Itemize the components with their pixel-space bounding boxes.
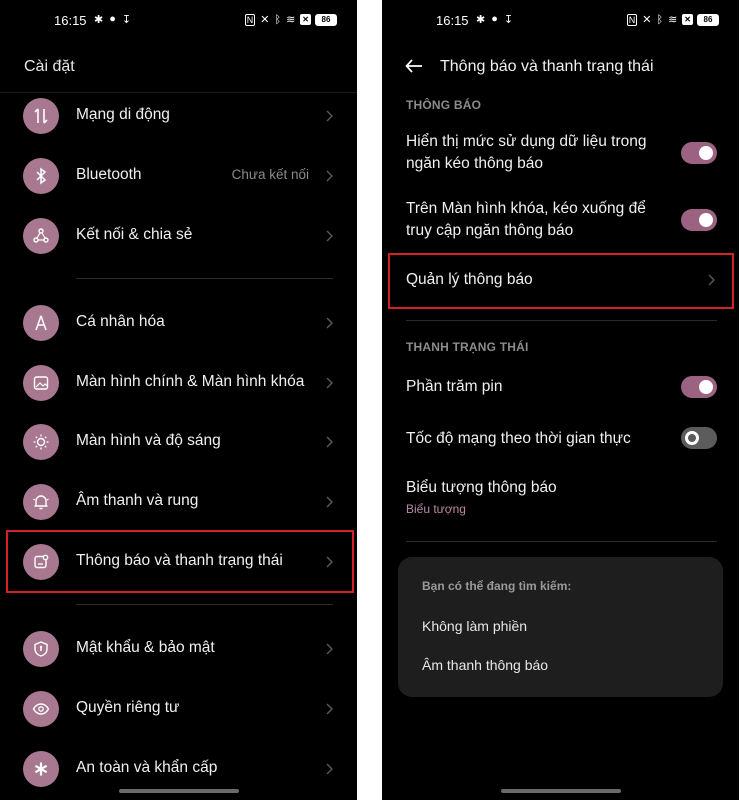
privacy-eye-icon <box>23 691 59 727</box>
setting-personalization[interactable]: Cá nhân hóa <box>0 293 357 353</box>
divider <box>406 541 717 542</box>
mute-icon: ✕ <box>260 14 270 26</box>
divider <box>406 320 717 321</box>
notifications-screen: 16:15 ✱ ● ↧ N ✕ ᛒ ≋ ✕ 86 Thông báo và th… <box>382 0 739 800</box>
setting-value: Chưa kết nối <box>231 167 309 182</box>
chevron-right-icon <box>326 496 333 508</box>
page-title: Cài đặt <box>24 58 75 75</box>
nfc-icon: N <box>626 13 638 26</box>
bluetooth-icon: ᛒ <box>274 13 282 26</box>
setting-label: Cá nhân hóa <box>76 313 165 330</box>
setting-label: Quyền riêng tư <box>76 699 180 716</box>
page-title: Thông báo và thanh trạng thái <box>440 58 654 75</box>
battery-icon: 86 <box>697 14 719 26</box>
section-header-notifications: THÔNG BÁO <box>406 98 482 112</box>
brightness-icon <box>23 424 59 460</box>
setting-label: Thông báo và thanh trạng thái <box>76 552 283 569</box>
setting-mobile-network[interactable]: Mạng di động <box>0 86 357 146</box>
chevron-right-icon <box>326 643 333 655</box>
sim-off-icon: ✕ <box>300 14 311 25</box>
bluetooth-icon <box>23 158 59 194</box>
battery-icon: 86 <box>315 14 337 26</box>
wifi-icon: ≋ <box>286 14 296 26</box>
suggestion-card: Bạn có thể đang tìm kiếm: Không làm phiề… <box>398 557 723 697</box>
chevron-right-icon <box>326 703 333 715</box>
download-icon: ↧ <box>121 14 132 26</box>
sim-off-icon: ✕ <box>682 14 693 25</box>
chevron-right-icon <box>326 170 333 182</box>
chevron-right-icon <box>326 763 333 775</box>
chevron-right-icon <box>326 317 333 329</box>
setting-bluetooth[interactable]: Bluetooth Chưa kết nối <box>0 146 357 206</box>
mobile-data-icon <box>23 98 59 134</box>
image-icon <box>23 365 59 401</box>
shield-icon <box>23 631 59 667</box>
setting-password-security[interactable]: Mật khẩu & bảo mật <box>0 619 357 679</box>
toggle-knob <box>685 431 699 445</box>
section-header-status-bar: THANH TRẠNG THÁI <box>406 340 529 354</box>
suggestion-item-do-not-disturb[interactable]: Không làm phiền <box>422 618 527 634</box>
suggestion-card-title: Bạn có thể đang tìm kiếm: <box>422 579 572 593</box>
setting-notifications-status-bar[interactable]: Thông báo và thanh trạng thái <box>0 532 357 592</box>
setting-connection-sharing[interactable]: Kết nối & chia sẻ <box>0 206 357 266</box>
setting-label: Màn hình và độ sáng <box>76 432 221 449</box>
download-icon: ↧ <box>503 14 514 26</box>
setting-sound-vibration[interactable]: Âm thanh và rung <box>0 472 357 532</box>
toggle-label: Hiển thị mức sử dụng dữ liệu trong ngăn … <box>406 133 647 172</box>
notification-icons-label: Biểu tượng thông báo <box>406 479 557 496</box>
wifi-icon: ≋ <box>668 14 678 26</box>
chevron-right-icon <box>708 274 715 286</box>
mute-icon: ✕ <box>642 14 652 26</box>
compass-icon <box>23 305 59 341</box>
toggle-knob <box>699 380 713 394</box>
chevron-right-icon <box>326 556 333 568</box>
setting-label: Màn hình chính & Màn hình khóa <box>76 373 305 390</box>
chevron-right-icon <box>326 230 333 242</box>
settings-screen: 16:15 ✱ ● ↧ N ✕ ᛒ ≋ ✕ 86 Cài đặt Mạng di… <box>0 0 357 800</box>
chevron-right-icon <box>326 377 333 389</box>
toggle-label: Tốc độ mạng theo thời gian thực <box>406 430 631 447</box>
setting-label: Kết nối & chia sẻ <box>76 226 193 243</box>
setting-label: Âm thanh và rung <box>76 492 199 509</box>
home-indicator[interactable] <box>118 789 239 793</box>
share-icon <box>23 218 59 254</box>
chevron-right-icon <box>326 436 333 448</box>
setting-privacy[interactable]: Quyền riêng tư <box>0 679 357 739</box>
manage-notifications-label: Quản lý thông báo <box>406 271 533 288</box>
toggle-switch[interactable] <box>681 427 717 449</box>
divider <box>76 278 333 279</box>
bell-icon <box>23 484 59 520</box>
bluetooth-icon: ᛒ <box>656 13 664 26</box>
toggle-knob <box>699 146 713 160</box>
back-arrow-icon[interactable] <box>404 56 424 76</box>
status-bar: 16:15 ✱ ● ↧ N ✕ ᛒ ≋ ✕ 86 <box>0 10 357 32</box>
asterisk-icon <box>23 751 59 787</box>
messenger-icon: ● <box>109 13 116 25</box>
setting-home-lock-screen[interactable]: Màn hình chính & Màn hình khóa <box>0 353 357 413</box>
setting-label: Mạng di động <box>76 106 170 123</box>
status-time: 16:15 <box>436 13 469 28</box>
toggle-switch[interactable] <box>681 142 717 164</box>
notification-icon <box>23 544 59 580</box>
divider <box>76 604 333 605</box>
notification-icons-value: Biểu tượng <box>406 502 466 516</box>
status-time: 16:15 <box>54 13 87 28</box>
status-bar: 16:15 ✱ ● ↧ N ✕ ᛒ ≋ ✕ 86 <box>382 10 739 32</box>
nfc-icon: N <box>244 13 256 26</box>
toggle-label: Trên Màn hình khóa, kéo xuống để truy cậ… <box>406 200 646 239</box>
setting-label: An toàn và khẩn cấp <box>76 759 218 776</box>
toggle-switch[interactable] <box>681 209 717 231</box>
gear-icon: ✱ <box>476 14 486 26</box>
home-indicator[interactable] <box>500 789 621 793</box>
toggle-label: Phần trăm pin <box>406 378 503 395</box>
toggle-knob <box>699 213 713 227</box>
setting-label: Mật khẩu & bảo mật <box>76 639 215 656</box>
gear-icon: ✱ <box>94 14 104 26</box>
chevron-right-icon <box>326 110 333 122</box>
suggestion-item-notification-sound[interactable]: Âm thanh thông báo <box>422 657 548 673</box>
toggle-switch[interactable] <box>681 376 717 398</box>
messenger-icon: ● <box>491 13 498 25</box>
setting-display-brightness[interactable]: Màn hình và độ sáng <box>0 412 357 472</box>
setting-label: Bluetooth <box>76 166 142 183</box>
